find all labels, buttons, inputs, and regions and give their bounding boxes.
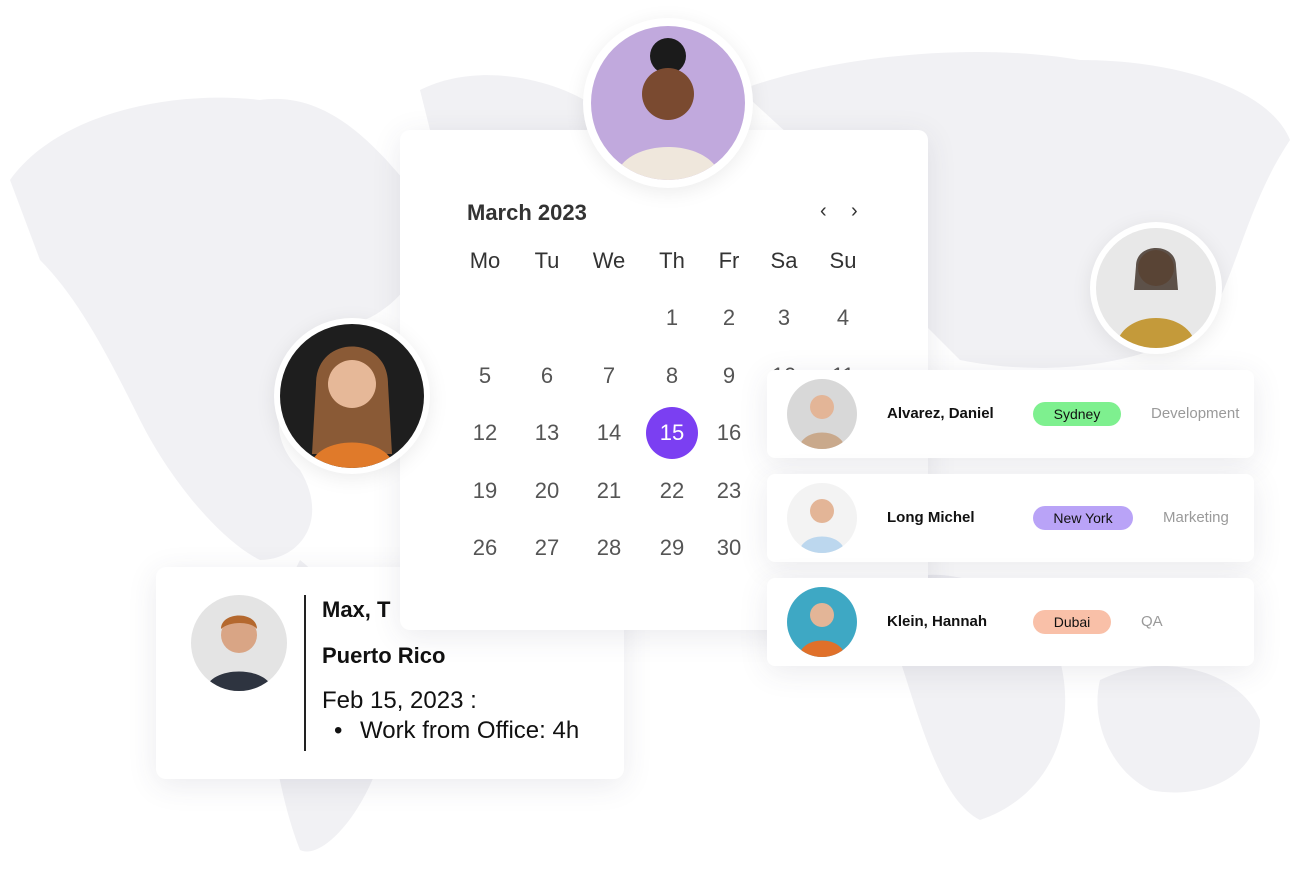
weekday-header: Fr <box>718 248 740 273</box>
calendar-day[interactable]: 7 <box>583 350 635 402</box>
calendar-day[interactable]: 2 <box>703 292 755 344</box>
calendar-day[interactable]: 26 <box>459 522 511 574</box>
calendar-day[interactable]: 9 <box>703 350 755 402</box>
calendar-day[interactable]: 4 <box>817 292 869 344</box>
calendar-day[interactable]: 22 <box>646 465 698 517</box>
weekday-header: Th <box>659 248 685 273</box>
employee-row[interactable]: Long Michel New York Marketing <box>767 474 1254 562</box>
avatar <box>191 595 287 691</box>
calendar-day-selected[interactable]: 15 <box>646 407 698 459</box>
avatar <box>787 587 857 657</box>
department-label: QA <box>1141 613 1163 630</box>
employee-row[interactable]: Klein, Hannah Dubai QA <box>767 578 1254 666</box>
weekday-header: Tu <box>534 248 560 273</box>
calendar-day[interactable]: 3 <box>758 292 810 344</box>
divider <box>304 595 306 751</box>
city-badge: New York <box>1033 506 1133 530</box>
weekday-header: We <box>592 248 626 273</box>
chevron-right-icon[interactable]: › <box>851 200 858 223</box>
weekday-header: Sa <box>770 248 798 273</box>
employee-name: Klein, Hannah <box>887 613 988 630</box>
department-label: Marketing <box>1163 509 1229 526</box>
avatar-left <box>274 318 430 474</box>
calendar-day[interactable]: 8 <box>646 350 698 402</box>
calendar-day[interactable]: 14 <box>583 407 635 459</box>
entry-date: Feb 15, 2023 : <box>322 687 477 714</box>
weekday-header: Mo <box>469 248 501 273</box>
weekday-header: Su <box>829 248 857 273</box>
calendar-day[interactable]: 12 <box>459 407 511 459</box>
employee-name: Long Michel <box>887 509 975 526</box>
calendar-day[interactable]: 1 <box>646 292 698 344</box>
chevron-left-icon[interactable]: ‹ <box>820 200 827 223</box>
avatar <box>787 483 857 553</box>
department-label: Development <box>1151 405 1240 422</box>
city-badge: Sydney <box>1033 402 1121 426</box>
calendar-month-title: March 2023 <box>467 200 587 225</box>
employee-name: Max, T <box>322 597 391 622</box>
employee-name: Alvarez, Daniel <box>887 405 994 422</box>
avatar <box>787 379 857 449</box>
calendar-day[interactable]: 23 <box>703 465 755 517</box>
calendar-day[interactable]: 21 <box>583 465 635 517</box>
bullet: • <box>334 717 343 744</box>
employee-location: Puerto Rico <box>322 643 446 668</box>
calendar-day[interactable]: 28 <box>583 522 635 574</box>
avatar-top <box>583 18 753 188</box>
calendar-day[interactable]: 20 <box>521 465 573 517</box>
calendar-day[interactable]: 27 <box>521 522 573 574</box>
calendar-day[interactable]: 19 <box>459 465 511 517</box>
calendar-day[interactable]: 6 <box>521 350 573 402</box>
calendar-day[interactable]: 16 <box>703 407 755 459</box>
calendar-day[interactable]: 13 <box>521 407 573 459</box>
employee-row[interactable]: Alvarez, Daniel Sydney Development <box>767 370 1254 458</box>
city-badge: Dubai <box>1033 610 1111 634</box>
calendar-day[interactable]: 5 <box>459 350 511 402</box>
calendar-day[interactable]: 30 <box>703 522 755 574</box>
calendar-day[interactable]: 29 <box>646 522 698 574</box>
avatar-right <box>1090 222 1222 354</box>
entry-item: Work from Office: 4h <box>360 717 580 744</box>
